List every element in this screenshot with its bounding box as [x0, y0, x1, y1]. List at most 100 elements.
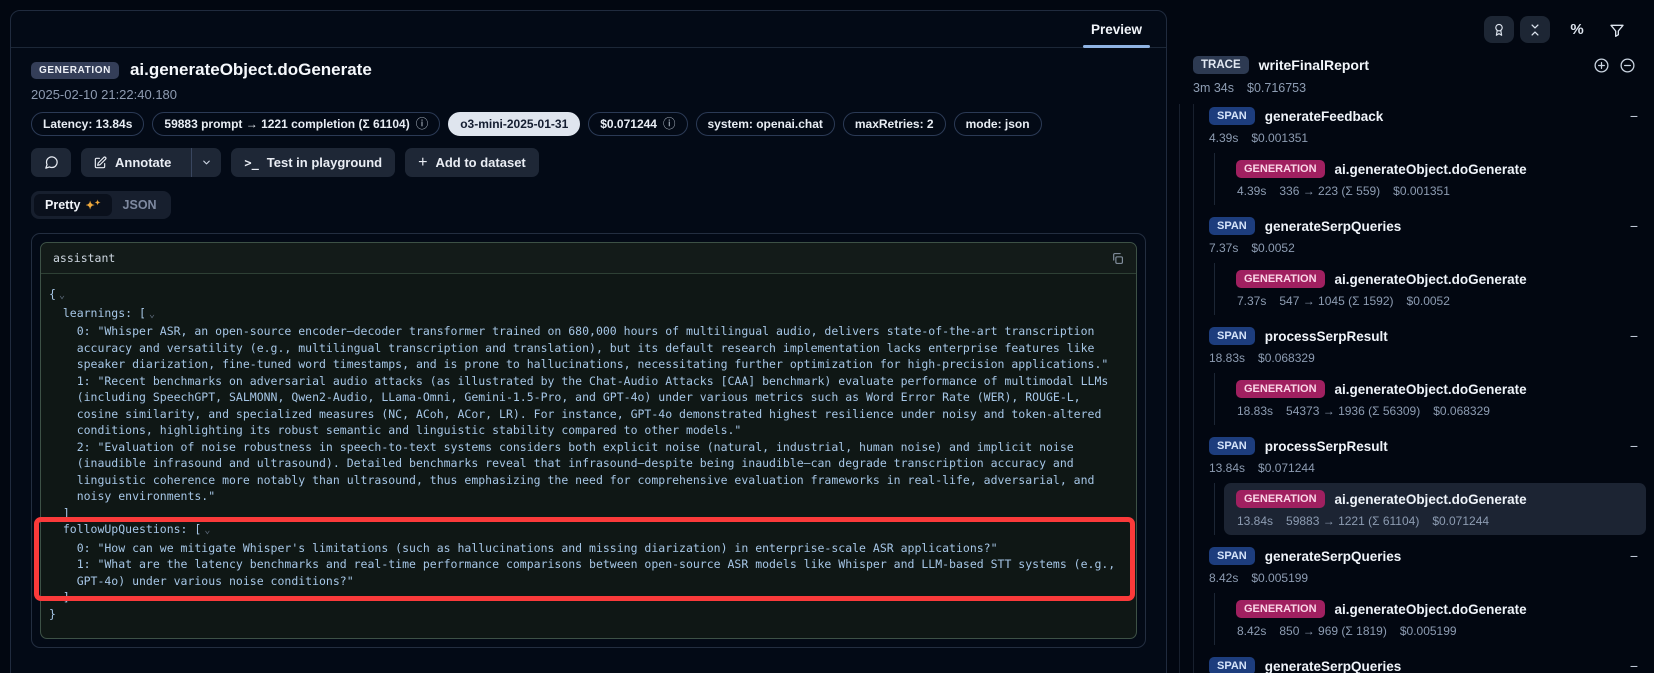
view-mode-toggle: Pretty ✦✦ JSON [31, 191, 171, 219]
collapse-all-button[interactable] [1520, 16, 1550, 43]
generation-tokens: 336 → 223 (Σ 559) [1279, 184, 1380, 198]
collapse-tree-button[interactable] [1619, 57, 1636, 74]
annotate-button[interactable]: Annotate [81, 148, 221, 177]
tab-preview[interactable]: Preview [1075, 11, 1158, 47]
span-children: GENERATION ai.generateObject.doGenerate … [1214, 483, 1640, 535]
collapse-caret-icon[interactable]: ⌄ [149, 309, 155, 320]
code-line: ] [49, 505, 1126, 522]
generation-cost: $0.005199 [1400, 624, 1457, 638]
generation-row[interactable]: GENERATION ai.generateObject.doGenerate … [1224, 263, 1646, 315]
observation-timestamp: 2025-02-10 21:22:40.180 [31, 87, 1146, 102]
collapse-caret-icon[interactable]: ⌄ [59, 290, 65, 301]
generation-type-badge: GENERATION [1236, 380, 1325, 398]
generation-metrics: 13.84s 59883 → 1221 (Σ 61104) $0.071244 [1236, 514, 1634, 528]
code-line: 1: "Recent benchmarks on adversarial aud… [49, 373, 1126, 439]
trace-expand-controls [1593, 57, 1636, 74]
generation-metrics: 7.37s 547 → 1045 (Σ 1592) $0.0052 [1236, 294, 1634, 308]
collapse-node-button[interactable]: − [1628, 218, 1640, 234]
annotate-button-main[interactable]: Annotate [81, 148, 183, 177]
generation-name: ai.generateObject.doGenerate [1335, 382, 1527, 397]
filter-button[interactable] [1604, 17, 1630, 43]
collapse-node-button[interactable]: − [1628, 658, 1640, 673]
code-line: ] [49, 589, 1126, 606]
span-group: SPAN generateSerpQueries − 8.42s $0.0051… [1209, 544, 1640, 645]
generation-tokens: 59883 → 1221 (Σ 61104) [1286, 514, 1419, 528]
generation-row[interactable]: GENERATION ai.generateObject.doGenerate … [1224, 373, 1646, 425]
annotate-dropdown-toggle[interactable] [191, 148, 221, 177]
metadata-pill[interactable]: mode: json [954, 112, 1042, 136]
span-name: processSerpResult [1265, 439, 1388, 454]
span-row[interactable]: SPAN generateSerpQueries − [1209, 214, 1640, 238]
pill-label: o3-mini-2025-01-31 [460, 117, 568, 131]
metadata-pill[interactable]: o3-mini-2025-01-31 [448, 112, 580, 136]
add-to-dataset-button[interactable]: + Add to dataset [405, 148, 539, 177]
span-type-badge: SPAN [1209, 657, 1255, 673]
span-type-badge: SPAN [1209, 437, 1255, 455]
info-icon[interactable]: ⓘ [663, 118, 676, 131]
collapse-node-button[interactable]: − [1628, 438, 1640, 454]
metadata-pill[interactable]: Latency: 13.84s [31, 112, 144, 136]
collapse-node-button[interactable]: − [1628, 548, 1640, 564]
span-row[interactable]: SPAN processSerpResult − [1209, 434, 1640, 458]
code-line: 2: "Evaluation of noise robustness in sp… [49, 439, 1126, 505]
tree-indent-guide [1193, 104, 1194, 673]
observation-header: GENERATION ai.generateObject.doGenerate [31, 60, 1146, 80]
generation-title-row: GENERATION ai.generateObject.doGenerate [1236, 490, 1634, 508]
span-duration: 7.37s [1209, 241, 1238, 255]
metadata-pill[interactable]: maxRetries: 2 [843, 112, 946, 136]
observation-preview-panel: Preview GENERATION ai.generateObject.doG… [10, 10, 1167, 673]
trace-header-row[interactable]: TRACE writeFinalReport [1175, 43, 1654, 74]
generation-cost: $0.001351 [1393, 184, 1450, 198]
preview-tab-bar: Preview [11, 11, 1166, 48]
json-output-viewer: {⌄learnings: [⌄0: "Whisper ASR, an open-… [41, 274, 1136, 638]
generation-title-row: GENERATION ai.generateObject.doGenerate [1236, 270, 1634, 288]
trace-stats: 3m 34s $0.716753 [1175, 74, 1654, 95]
observation-detail: GENERATION ai.generateObject.doGenerate … [11, 48, 1166, 648]
span-row[interactable]: SPAN processSerpResult − [1209, 324, 1640, 348]
pill-label: maxRetries: 2 [855, 117, 934, 131]
span-row[interactable]: SPAN generateSerpQueries − [1209, 544, 1640, 568]
collapse-node-button[interactable]: − [1628, 328, 1640, 344]
test-in-playground-button[interactable]: >_ Test in playground [231, 148, 395, 177]
metadata-pill[interactable]: 59883 prompt → 1221 completion (Σ 61104)… [152, 112, 440, 136]
generation-metrics: 8.42s 850 → 969 (Σ 1819) $0.005199 [1236, 624, 1634, 638]
span-row[interactable]: SPAN generateSerpQueries − [1209, 654, 1640, 673]
tree-indent-guide [1179, 104, 1180, 673]
generation-tokens: 850 → 969 (Σ 1819) [1279, 624, 1386, 638]
span-group: SPAN generateSerpQueries − 7.37s $0.0052… [1209, 214, 1640, 315]
json-label: JSON [123, 198, 157, 212]
copy-button[interactable] [1111, 252, 1124, 265]
annotate-label: Annotate [115, 155, 171, 170]
scores-button[interactable] [1484, 16, 1514, 43]
pill-label: 59883 prompt → 1221 completion (Σ 61104) [164, 117, 409, 131]
info-icon[interactable]: ⓘ [416, 118, 429, 131]
sparkles-icon: ✦✦ [85, 199, 100, 212]
toggle-json[interactable]: JSON [112, 194, 168, 216]
generation-title-row: GENERATION ai.generateObject.doGenerate [1236, 380, 1634, 398]
generation-row[interactable]: GENERATION ai.generateObject.doGenerate … [1224, 483, 1646, 535]
metadata-pill[interactable]: system: openai.chat [696, 112, 835, 136]
span-duration: 13.84s [1209, 461, 1245, 475]
expand-all-button[interactable] [1593, 57, 1610, 74]
test-in-playground-label: Test in playground [267, 155, 382, 170]
collapse-node-button[interactable]: − [1628, 108, 1640, 124]
collapse-vertical-icon [1528, 23, 1542, 37]
collapse-caret-icon[interactable]: ⌄ [204, 525, 210, 536]
span-name: processSerpResult [1265, 329, 1388, 344]
code-line: followUpQuestions: [⌄ [49, 521, 1126, 540]
generation-type-badge: GENERATION [1236, 490, 1325, 508]
metadata-pill[interactable]: $0.071244 ⓘ [588, 112, 687, 136]
span-group: SPAN processSerpResult − 13.84s $0.07124… [1209, 434, 1640, 535]
generation-row[interactable]: GENERATION ai.generateObject.doGenerate … [1224, 153, 1646, 205]
generation-duration: 7.37s [1237, 294, 1266, 308]
generation-row[interactable]: GENERATION ai.generateObject.doGenerate … [1224, 593, 1646, 645]
generation-name: ai.generateObject.doGenerate [1335, 492, 1527, 507]
observation-title: ai.generateObject.doGenerate [130, 60, 372, 80]
span-row[interactable]: SPAN generateFeedback − [1209, 104, 1640, 128]
comments-button[interactable] [31, 148, 71, 177]
generation-name: ai.generateObject.doGenerate [1335, 602, 1527, 617]
toggle-pretty[interactable]: Pretty ✦✦ [34, 194, 112, 216]
plus-icon: + [418, 154, 427, 172]
metrics-toggle-button[interactable]: % [1564, 17, 1590, 43]
metadata-pill-row: Latency: 13.84s 59883 prompt → 1221 comp… [31, 112, 1146, 136]
